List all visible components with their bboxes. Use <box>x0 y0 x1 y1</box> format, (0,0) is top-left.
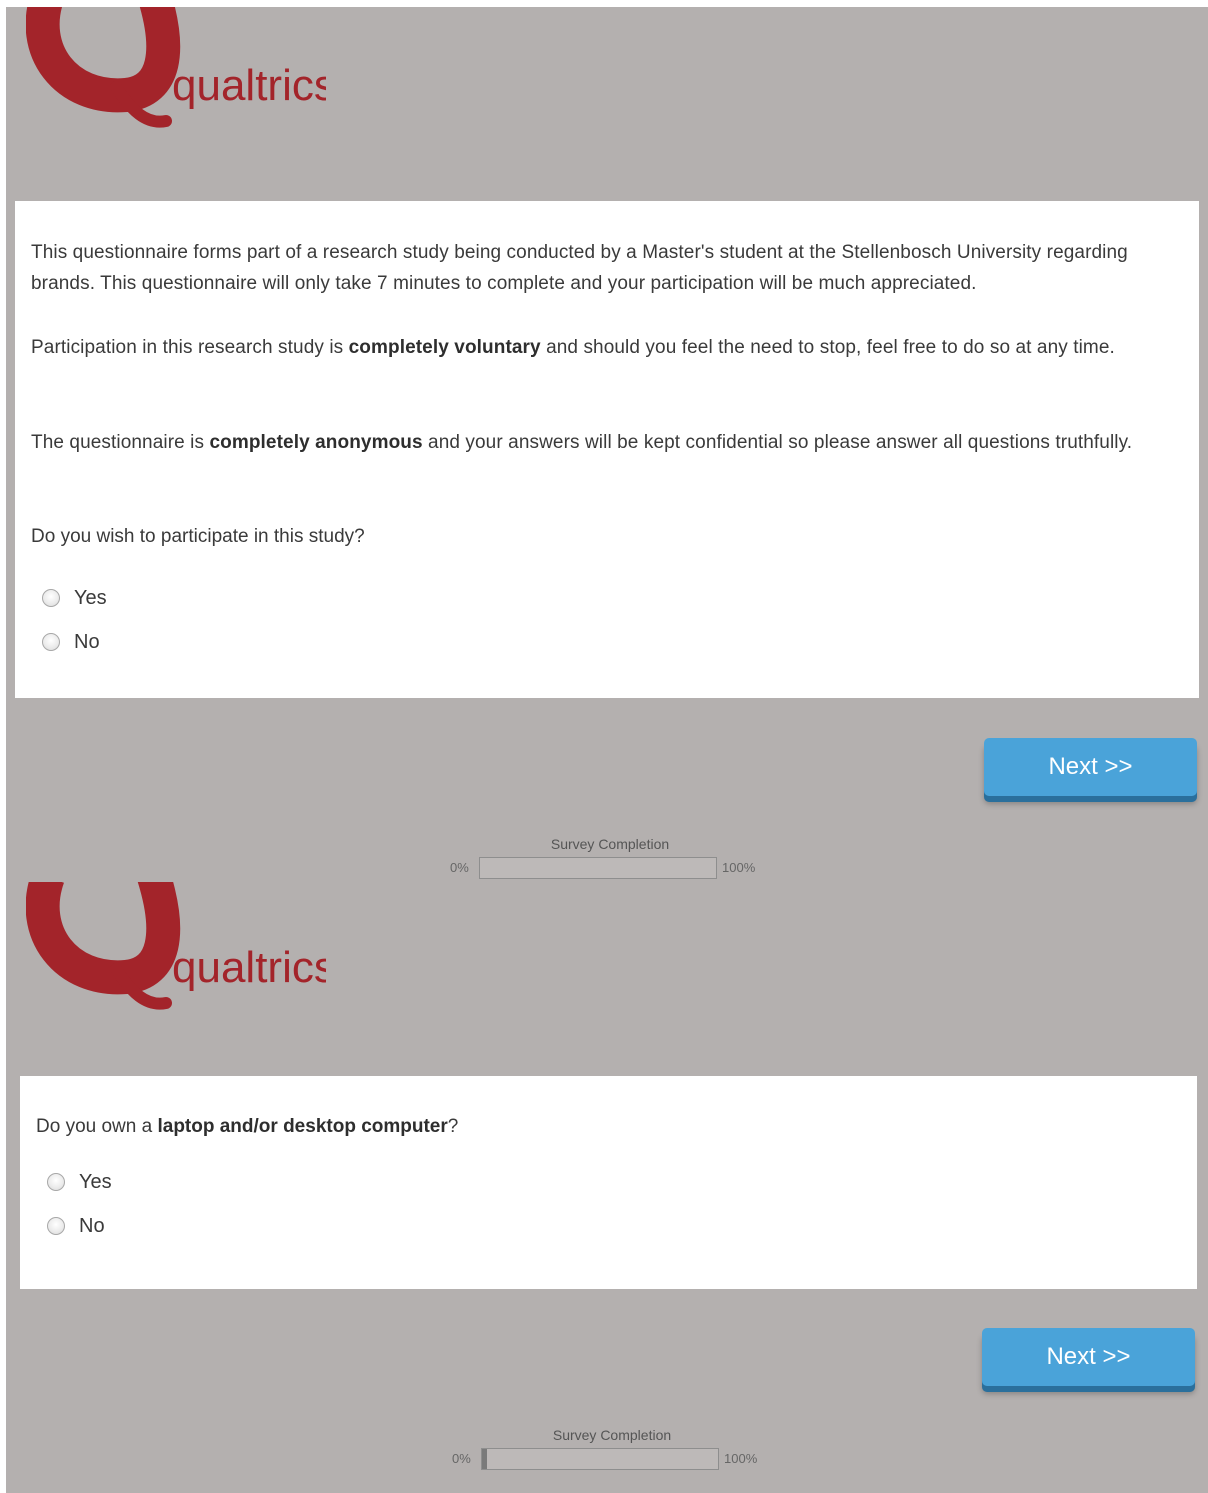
radio-no[interactable] <box>42 633 60 651</box>
survey-progress: Survey Completion 0% 100% <box>452 1427 782 1473</box>
option-no[interactable]: No <box>47 1213 105 1239</box>
qualtrics-logo: qualtrics <box>26 882 326 1017</box>
option-label: No <box>79 1214 105 1237</box>
question-card: This questionnaire forms part of a resea… <box>15 201 1199 698</box>
progress-bar <box>479 857 717 879</box>
qualtrics-logo: qualtrics <box>26 7 326 135</box>
intro-paragraph-2: Participation in this research study is … <box>31 337 1115 358</box>
intro-paragraph-1: This questionnaire forms part of a resea… <box>31 242 1128 294</box>
progress-max-label: 100% <box>722 860 756 875</box>
radio-yes[interactable] <box>47 1173 65 1191</box>
intro-paragraph-3: The questionnaire is completely anonymou… <box>31 432 1133 453</box>
radio-no[interactable] <box>47 1217 65 1235</box>
progress-bar <box>481 1448 719 1470</box>
progress-min-label: 0% <box>450 860 469 875</box>
svg-text:qualtrics: qualtrics <box>172 943 326 992</box>
option-yes[interactable]: Yes <box>47 1169 112 1195</box>
progress-max-label: 100% <box>724 1451 758 1466</box>
radio-yes[interactable] <box>42 589 60 607</box>
question-text: Do you own a laptop and/or desktop compu… <box>36 1116 459 1137</box>
progress-title: Survey Completion <box>552 1427 672 1443</box>
option-label: No <box>74 630 100 653</box>
survey-progress: Survey Completion 0% 100% <box>450 836 780 882</box>
progress-min-label: 0% <box>452 1451 471 1466</box>
option-label: Yes <box>74 586 107 609</box>
option-label: Yes <box>79 1170 112 1193</box>
svg-text:qualtrics: qualtrics <box>172 61 326 110</box>
progress-title: Survey Completion <box>550 836 670 852</box>
survey-page-2: qualtrics Do you own a laptop and/or des… <box>6 882 1208 1493</box>
next-button[interactable]: Next >> <box>982 1328 1195 1386</box>
survey-page-1: qualtrics This questionnaire forms part … <box>6 7 1208 882</box>
option-no[interactable]: No <box>42 629 100 655</box>
progress-fill <box>482 1449 487 1469</box>
option-yes[interactable]: Yes <box>42 585 107 611</box>
question-card: Do you own a laptop and/or desktop compu… <box>20 1076 1197 1289</box>
next-button[interactable]: Next >> <box>984 738 1197 796</box>
question-text: Do you wish to participate in this study… <box>31 526 365 547</box>
